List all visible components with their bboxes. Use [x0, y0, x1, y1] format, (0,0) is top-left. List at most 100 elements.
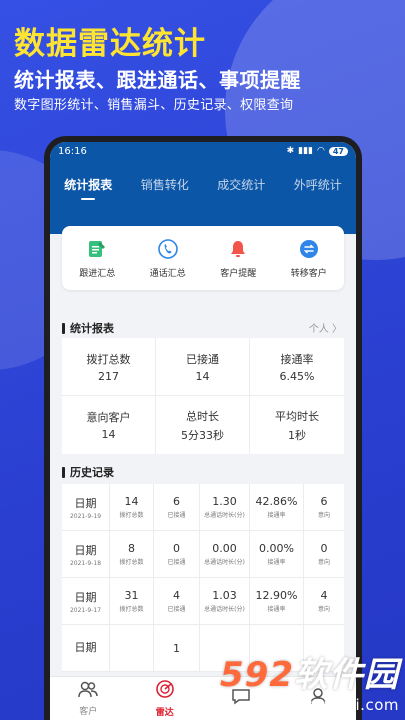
- watermark-url: www.592xiazai.com: [241, 696, 399, 714]
- quick-label: 通话汇总: [149, 268, 186, 279]
- stat-label: 接通率: [280, 352, 314, 366]
- history-date-cell: 日期: [62, 625, 110, 671]
- history-intent-cell: 6 意向: [304, 484, 344, 530]
- promo-title: 数据雷达统计: [14, 26, 206, 62]
- site-watermark: 592软件园 www.592xiazai.com: [220, 647, 399, 714]
- promo-subtitle: 统计报表、跟进通话、事项提醒: [14, 68, 301, 92]
- date-label: 日期: [74, 496, 97, 510]
- history-date-cell: 日期 2021-9-19: [62, 484, 110, 530]
- history-rate-cell: 12.90% 接通率: [250, 578, 304, 624]
- history-calls-cell: 31 拨打总数: [110, 578, 154, 624]
- duration-label: 总通话时长(分): [204, 559, 245, 566]
- tab-deal-statistics[interactable]: 成交统计: [217, 170, 265, 198]
- connected-value: 4: [173, 589, 180, 602]
- quick-call-summary[interactable]: 通话汇总: [150, 238, 186, 279]
- rate-value: 12.90%: [255, 589, 298, 602]
- quick-label: 转移客户: [290, 268, 327, 279]
- stat-intent-customers: 意向客户 14: [62, 396, 156, 454]
- calls-label: 拨打总数: [119, 512, 144, 519]
- intent-value: 6: [320, 495, 328, 508]
- stat-value: 1秒: [288, 428, 306, 442]
- stat-label: 总时长: [186, 409, 219, 423]
- stat-value: 6.45%: [279, 369, 315, 383]
- history-connected-cell: 6 已接通: [154, 484, 200, 530]
- duration-value: 1.03: [212, 589, 237, 602]
- status-time: 16:16: [58, 145, 87, 157]
- duration-label: 总通话时长(分): [204, 512, 245, 519]
- history-table: 日期 2021-9-19 14 拨打总数 6 已接通 1.30 总通话时长(分) 42.…: [62, 484, 344, 672]
- tab-bar: 统计报表 销售转化 成交统计 外呼统计: [50, 170, 356, 200]
- phone-frame: 16:16 ✱ ▮▮▮ ◠ 47 统计报表 销售转化 成交统计 外呼统计 跟进汇…: [44, 136, 362, 720]
- intent-label: 意向: [317, 606, 330, 613]
- duration-value: 0.00: [212, 542, 237, 555]
- intent-label: 意向: [317, 512, 330, 519]
- connected-value: 1: [173, 641, 180, 655]
- duration-value: 1.30: [212, 495, 237, 508]
- bell-icon: [227, 238, 249, 260]
- history-calls-cell: 14 拨打总数: [110, 484, 154, 530]
- date-label: 日期: [74, 543, 97, 557]
- connected-label: 已接通: [167, 559, 186, 566]
- tab-statistics-report[interactable]: 统计报表: [64, 170, 112, 200]
- quick-customer-reminder[interactable]: 客户提醒: [220, 238, 256, 279]
- nav-customers[interactable]: 客户: [78, 680, 98, 717]
- history-duration-cell: 1.03 总通话时长(分): [200, 578, 250, 624]
- intent-label: 意向: [317, 559, 330, 566]
- stat-connected: 已接通 14: [156, 338, 250, 396]
- rate-label: 接通率: [267, 606, 286, 613]
- quick-label: 客户提醒: [220, 268, 257, 279]
- history-intent-cell: 0 意向: [304, 531, 344, 577]
- stat-value: 14: [195, 369, 210, 383]
- history-connected-cell: 0 已接通: [154, 531, 200, 577]
- stat-connect-rate: 接通率 6.45%: [250, 338, 344, 396]
- date-label: 日期: [74, 590, 97, 604]
- history-rate-cell: 42.86% 接通率: [250, 484, 304, 530]
- tab-sales-conversion[interactable]: 销售转化: [141, 170, 189, 198]
- quick-actions: 跟进汇总 通话汇总 客户提醒 转移客户: [62, 226, 344, 290]
- quick-follow-up-summary[interactable]: 跟进汇总: [79, 238, 115, 279]
- quick-transfer-customer[interactable]: 转移客户: [291, 238, 327, 279]
- connected-value: 0: [173, 542, 180, 555]
- rate-value: 42.86%: [255, 495, 298, 508]
- wifi-icon: ◠: [317, 146, 325, 156]
- nav-label: 雷达: [155, 708, 174, 718]
- table-row[interactable]: 日期 2021-9-18 8 拨打总数 0 已接通 0.00 总通话时长(分) 0.00…: [62, 531, 344, 578]
- connected-label: 已接通: [167, 512, 186, 519]
- people-icon: [78, 680, 98, 701]
- history-intent-cell: 4 意向: [304, 578, 344, 624]
- intent-value: 4: [320, 589, 328, 602]
- stat-label: 拨打总数: [86, 352, 131, 366]
- signal-icon: ▮▮▮: [298, 146, 313, 156]
- history-calls-cell: 8 拨打总数: [110, 531, 154, 577]
- personal-scope-link[interactable]: 个人 〉: [309, 320, 342, 335]
- table-row[interactable]: 日期 2021-9-17 31 拨打总数 4 已接通 1.03 总通话时长(分) 12.…: [62, 578, 344, 625]
- calls-label: 拨打总数: [119, 606, 144, 613]
- battery-icon: 47: [328, 146, 348, 156]
- rate-value: 0.00%: [259, 542, 294, 555]
- history-section-title: 历史记录: [62, 464, 114, 480]
- status-icons: ✱ ▮▮▮ ◠ 47: [287, 146, 348, 156]
- date-value: 2021-9-18: [69, 559, 102, 567]
- date-value: 2021-9-19: [69, 512, 102, 520]
- nav-label: 客户: [79, 707, 98, 717]
- transfer-icon: [298, 238, 320, 260]
- watermark-number: 592: [220, 655, 294, 695]
- table-row[interactable]: 日期 2021-9-19 14 拨打总数 6 已接通 1.30 总通话时长(分) 42.…: [62, 484, 344, 531]
- bluetooth-icon: ✱: [286, 146, 295, 156]
- date-value: 2021-9-17: [69, 606, 102, 614]
- stat-total-calls: 拨打总数 217: [62, 338, 156, 396]
- app-screen: 16:16 ✱ ▮▮▮ ◠ 47 统计报表 销售转化 成交统计 外呼统计 跟进汇…: [50, 142, 356, 720]
- connected-value: 6: [173, 495, 180, 508]
- history-connected-cell: 1: [154, 625, 200, 671]
- history-rate-cell: 0.00% 接通率: [250, 531, 304, 577]
- stat-average-duration: 平均时长 1秒: [250, 396, 344, 454]
- history-duration-cell: 0.00 总通话时长(分): [200, 531, 250, 577]
- tab-outbound-statistics[interactable]: 外呼统计: [294, 170, 342, 198]
- history-duration-cell: 1.30 总通话时长(分): [200, 484, 250, 530]
- connected-label: 已接通: [167, 606, 186, 613]
- nav-radar[interactable]: 雷达: [155, 679, 175, 718]
- calls-value: 31: [124, 589, 139, 602]
- duration-label: 总通话时长(分): [204, 606, 245, 613]
- history-date-cell: 日期 2021-9-18: [62, 531, 110, 577]
- stat-value: 14: [101, 428, 116, 441]
